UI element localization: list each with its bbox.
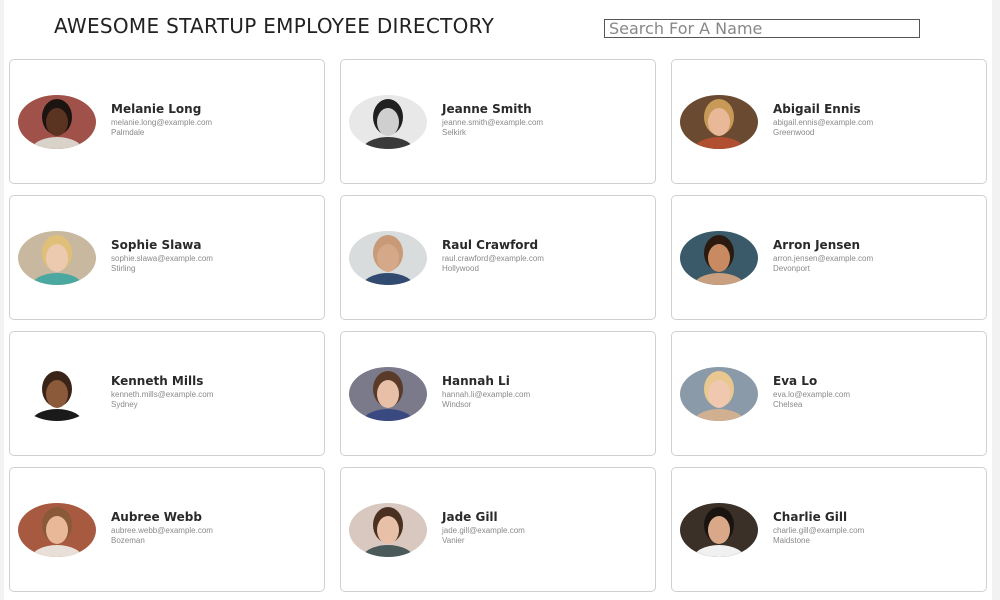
portrait-image [680,367,758,421]
employee-name: Sophie Slawa [111,238,202,252]
employee-avatar [349,367,427,421]
portrait-image [680,503,758,557]
employee-avatar [18,95,96,149]
employee-card[interactable]: Aubree Webb aubree.webb@example.com Boze… [9,467,325,592]
employee-city: Bozeman [111,536,145,545]
employee-city: Vanier [442,536,465,545]
employee-name: Abigail Ennis [773,102,861,116]
portrait-image [349,367,427,421]
page-title: AWESOME STARTUP EMPLOYEE DIRECTORY [54,14,495,38]
employee-card[interactable]: Abigail Ennis abigail.ennis@example.com … [671,59,987,184]
employee-name: Raul Crawford [442,238,539,252]
employee-city: Chelsea [773,400,803,409]
employee-name: Eva Lo [773,374,818,388]
header: AWESOME STARTUP EMPLOYEE DIRECTORY [4,0,992,56]
employee-email: raul.crawford@example.com [442,254,544,263]
portrait-image [18,231,96,285]
employee-city: Maidstone [773,536,810,545]
employee-city: Stirling [111,264,136,273]
employee-avatar [349,231,427,285]
employee-avatar [349,95,427,149]
employee-email: eva.lo@example.com [773,390,851,399]
employee-card[interactable]: Eva Lo eva.lo@example.com Chelsea [671,331,987,456]
portrait-image [680,95,758,149]
portrait-image [349,503,427,557]
employee-email: arron.jensen@example.com [773,254,874,263]
employee-grid: Melanie Long melanie.long@example.com Pa… [9,59,987,592]
employee-city: Hollywood [442,264,479,273]
employee-city: Palmdale [111,128,145,137]
employee-avatar [680,95,758,149]
employee-name: Kenneth Mills [111,374,204,388]
portrait-image [349,231,427,285]
employee-city: Devonport [773,264,810,273]
employee-email: abigail.ennis@example.com [773,118,874,127]
employee-avatar [680,231,758,285]
employee-avatar [349,503,427,557]
employee-card[interactable]: Melanie Long melanie.long@example.com Pa… [9,59,325,184]
employee-name: Hannah Li [442,374,510,388]
employee-name: Jade Gill [442,510,498,524]
employee-name: Jeanne Smith [442,102,532,116]
employee-email: sophie.slawa@example.com [111,254,213,263]
employee-avatar [18,231,96,285]
portrait-image [18,503,96,557]
employee-city: Sydney [111,400,138,409]
employee-email: charlie.gill@example.com [773,526,865,535]
employee-card[interactable]: Jeanne Smith jeanne.smith@example.com Se… [340,59,656,184]
employee-email: hannah.li@example.com [442,390,531,399]
employee-name: Arron Jensen [773,238,861,252]
employee-card[interactable]: Jade Gill jade.gill@example.com Vanier [340,467,656,592]
employee-avatar [18,503,96,557]
employee-city: Windsor [442,400,472,409]
employee-email: jeanne.smith@example.com [442,118,544,127]
portrait-image [18,367,96,421]
employee-card[interactable]: Kenneth Mills kenneth.mills@example.com … [9,331,325,456]
employee-city: Greenwood [773,128,815,137]
employee-card[interactable]: Sophie Slawa sophie.slawa@example.com St… [9,195,325,320]
employee-avatar [18,367,96,421]
employee-email: kenneth.mills@example.com [111,390,214,399]
employee-card[interactable]: Hannah Li hannah.li@example.com Windsor [340,331,656,456]
portrait-image [349,95,427,149]
employee-name: Melanie Long [111,102,202,116]
portrait-image [680,231,758,285]
employee-card[interactable]: Charlie Gill charlie.gill@example.com Ma… [671,467,987,592]
employee-card[interactable]: Arron Jensen arron.jensen@example.com De… [671,195,987,320]
employee-avatar [680,503,758,557]
employee-avatar [680,367,758,421]
employee-name: Charlie Gill [773,510,848,524]
employee-email: melanie.long@example.com [111,118,213,127]
employee-city: Selkirk [442,128,467,137]
employee-name: Aubree Webb [111,510,202,524]
employee-directory-page: AWESOME STARTUP EMPLOYEE DIRECTORY Melan… [4,0,992,600]
employee-email: jade.gill@example.com [442,526,525,535]
employee-email: aubree.webb@example.com [111,526,213,535]
employee-card[interactable]: Raul Crawford raul.crawford@example.com … [340,195,656,320]
search-input[interactable] [604,19,920,38]
portrait-image [18,95,96,149]
